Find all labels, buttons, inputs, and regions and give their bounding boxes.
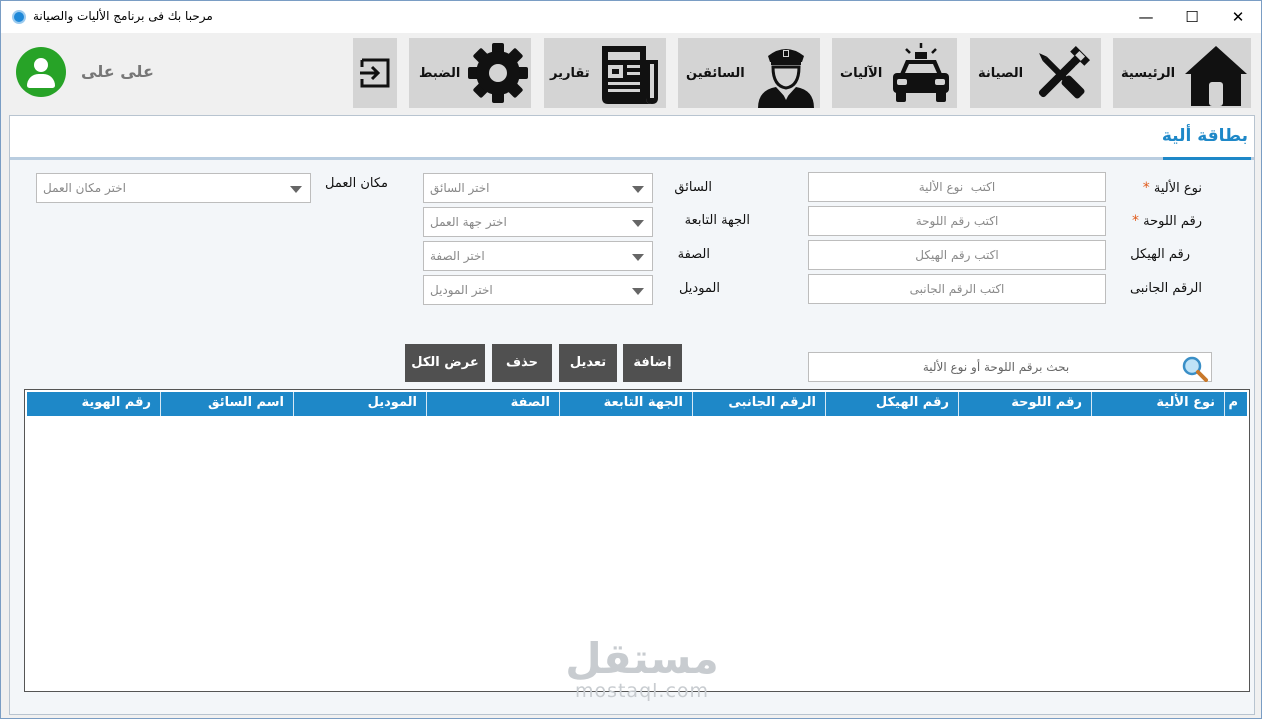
category-dropdown[interactable]: اختر الصفة: [423, 241, 653, 271]
home-icon: [1185, 46, 1247, 106]
side-number-label: الرقم الجانبى: [1129, 281, 1202, 296]
column-header-index[interactable]: م: [1224, 392, 1247, 416]
nav-home-label: الرئيسية: [1121, 66, 1176, 81]
search-box[interactable]: بحث برقم اللوحة أو نوع الألية: [808, 352, 1212, 382]
add-button[interactable]: إضافة: [623, 344, 682, 382]
nav-maintenance-label: الصيانة: [978, 66, 1024, 81]
panel-header: بطاقة ألية: [10, 116, 1254, 160]
department-label: الجهة التابعة: [684, 213, 750, 228]
column-header-department[interactable]: الجهة التابعة: [559, 392, 692, 416]
nav-vehicles-button[interactable]: الآليات: [832, 38, 957, 108]
plate-number-input[interactable]: [808, 206, 1106, 236]
minimize-button[interactable]: —: [1123, 1, 1169, 33]
user-avatar-icon: [16, 47, 66, 97]
required-marker: *: [1142, 180, 1150, 196]
logout-icon: [360, 58, 390, 88]
nav-reports-button[interactable]: تقارير: [544, 38, 666, 108]
nav-drivers-button[interactable]: السائقين: [678, 38, 820, 108]
nav-settings-label: الضبط: [419, 66, 461, 81]
driver-label: السائق: [674, 180, 712, 195]
column-header-side-number[interactable]: الرقم الجانبى: [692, 392, 825, 416]
taxi-car-icon: [893, 43, 949, 102]
nav-maintenance-button[interactable]: الصيانة: [970, 38, 1101, 108]
chassis-number-input[interactable]: [808, 240, 1106, 270]
search-icon[interactable]: [1179, 354, 1209, 382]
department-dropdown[interactable]: اختر جهة العمل: [423, 207, 653, 237]
chevron-down-icon: [632, 254, 644, 261]
newspaper-icon: [602, 46, 658, 104]
nav-vehicles-label: الآليات: [840, 66, 883, 81]
nav-home-button[interactable]: الرئيسية: [1113, 38, 1251, 108]
driver-dropdown[interactable]: اختر السائق: [423, 173, 653, 203]
column-header-id-number[interactable]: رقم الهوية: [27, 392, 160, 416]
window-title: مرحبا بك فى برنامج الأليات والصيانة: [33, 9, 213, 23]
category-label: الصفة: [677, 247, 710, 262]
nav-reports-label: تقارير: [550, 66, 590, 81]
maximize-button[interactable]: ☐: [1169, 1, 1215, 33]
column-header-vehicle-type[interactable]: نوع الألية: [1091, 392, 1224, 416]
police-officer-icon: [758, 49, 814, 108]
user-name: على على: [81, 62, 154, 81]
gear-icon: [468, 43, 528, 103]
chevron-down-icon: [632, 186, 644, 193]
edit-button[interactable]: تعديل: [559, 344, 617, 382]
wrench-screwdriver-icon: [1038, 46, 1090, 99]
chevron-down-icon: [632, 220, 644, 227]
app-icon: [12, 10, 26, 24]
show-all-button[interactable]: عرض الكل: [405, 344, 485, 382]
close-button[interactable]: ✕: [1215, 1, 1261, 33]
nav-settings-button[interactable]: الضبط: [409, 38, 531, 108]
model-label: الموديل: [678, 281, 720, 296]
vehicle-type-input[interactable]: [808, 172, 1106, 202]
table-header: م نوع الألية رقم اللوحة رقم الهيكل الرقم…: [27, 392, 1247, 416]
chevron-down-icon: [632, 288, 644, 295]
column-header-driver-name[interactable]: اسم السائق: [160, 392, 293, 416]
workplace-label: مكان العمل: [325, 176, 388, 191]
vehicle-type-label: نوع الألية *: [1142, 180, 1202, 196]
column-header-model[interactable]: الموديل: [293, 392, 426, 416]
title-bar: مرحبا بك فى برنامج الأليات والصيانة — ☐ …: [1, 1, 1261, 33]
vehicle-card-panel: بطاقة ألية نوع الألية * رقم اللوحة * رقم…: [9, 115, 1255, 715]
panel-title-underline: [1163, 157, 1251, 160]
panel-title[interactable]: بطاقة ألية: [1160, 126, 1250, 154]
chevron-down-icon: [290, 186, 302, 193]
side-number-input[interactable]: [808, 274, 1106, 304]
plate-number-label: رقم اللوحة *: [1131, 213, 1202, 229]
chassis-number-label: رقم الهيكل: [1130, 247, 1190, 262]
column-header-chassis-number[interactable]: رقم الهيكل: [825, 392, 958, 416]
column-header-category[interactable]: الصفة: [426, 392, 559, 416]
column-header-plate-number[interactable]: رقم اللوحة: [958, 392, 1091, 416]
watermark-logo: مستقل mostaql.com: [565, 634, 719, 702]
workplace-dropdown[interactable]: اختر مكان العمل: [36, 173, 311, 203]
required-marker: *: [1131, 213, 1139, 229]
top-nav-bar: على على الضبط تقارير السائقين الآليات ال…: [1, 33, 1261, 113]
model-dropdown[interactable]: اختر الموديل: [423, 275, 653, 305]
search-input[interactable]: بحث برقم اللوحة أو نوع الألية: [809, 360, 1183, 374]
app-window: مرحبا بك فى برنامج الأليات والصيانة — ☐ …: [0, 0, 1262, 719]
nav-drivers-label: السائقين: [686, 66, 745, 81]
delete-button[interactable]: حذف: [492, 344, 552, 382]
logout-button[interactable]: [353, 38, 397, 108]
